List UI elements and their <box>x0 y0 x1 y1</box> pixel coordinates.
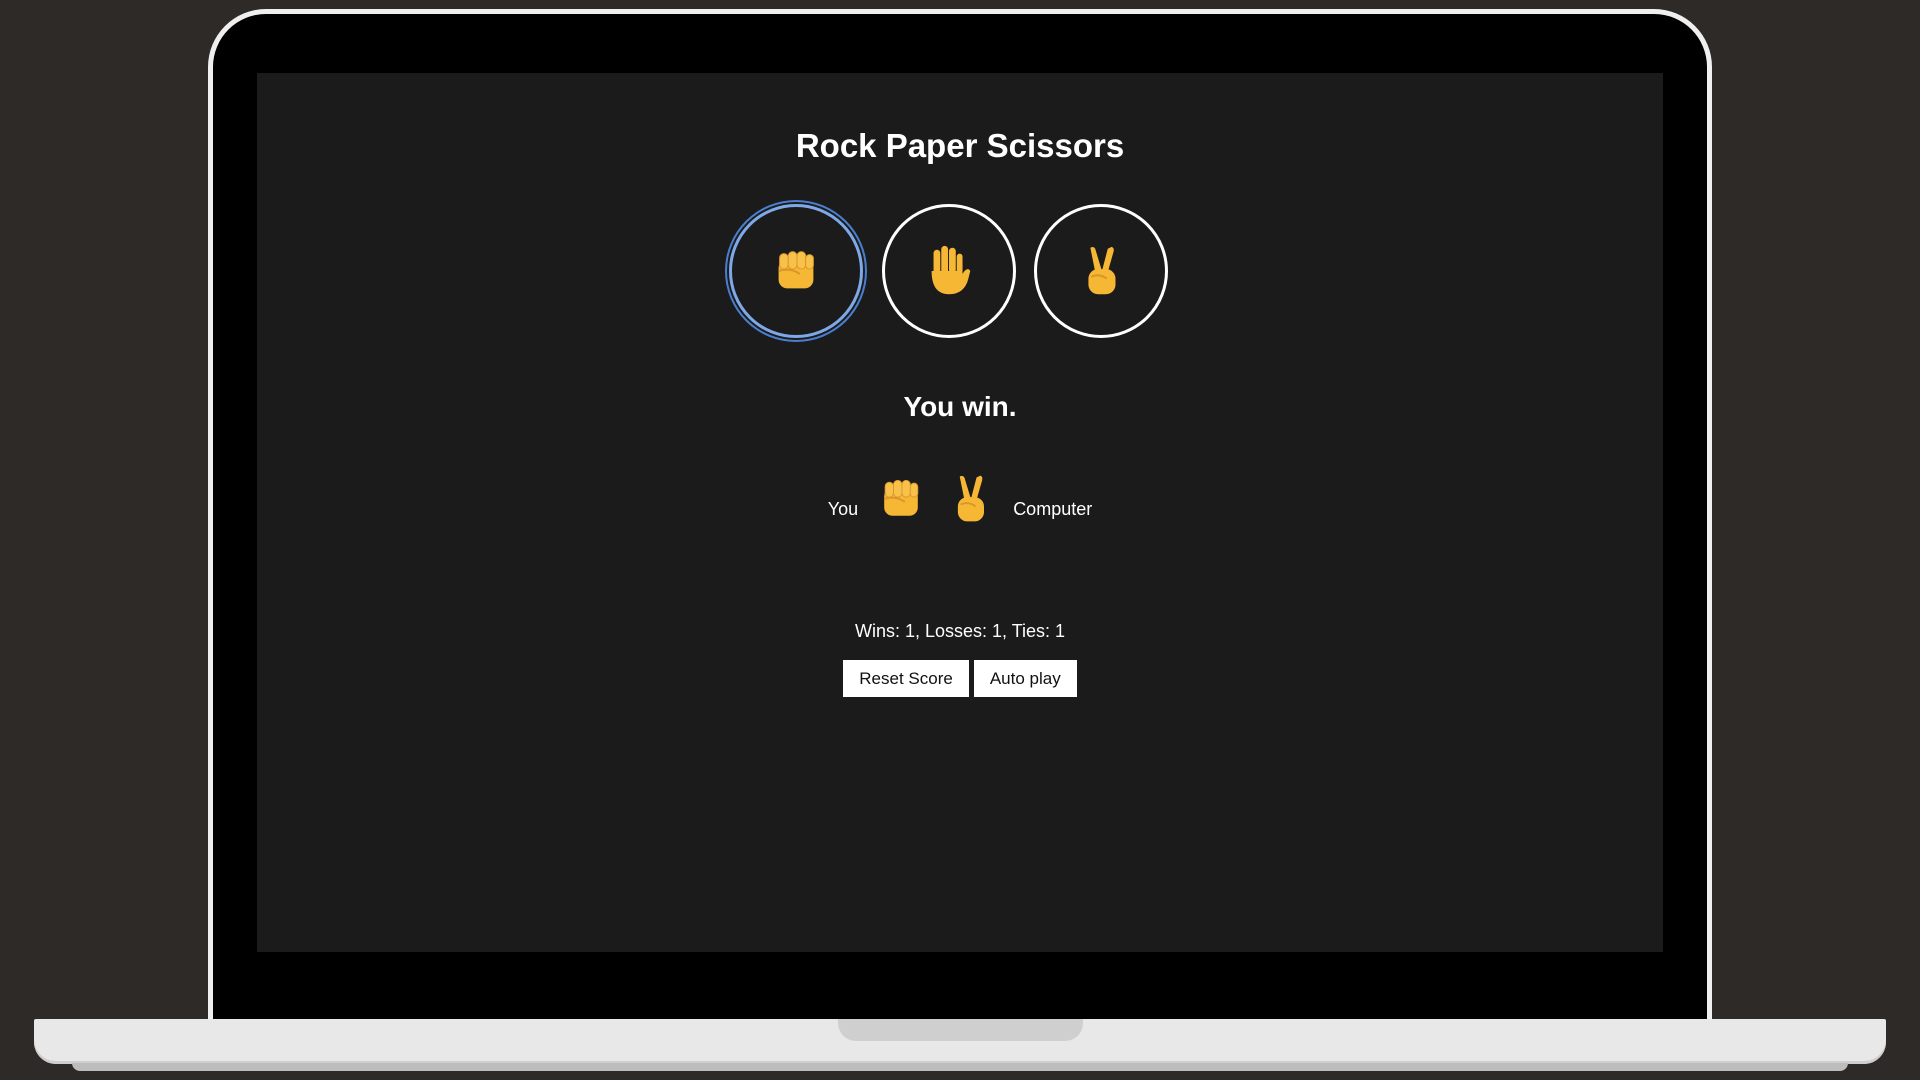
fist-icon <box>778 251 814 289</box>
result-text: You win. <box>903 391 1017 422</box>
laptop-base-lip <box>72 1063 1848 1071</box>
computer-move <box>942 468 998 535</box>
laptop-notch <box>838 1019 1083 1041</box>
computer-label: Computer <box>1013 499 1093 519</box>
victory-hand-icon <box>958 475 985 522</box>
paper-button[interactable] <box>882 204 1016 338</box>
raised-hand-icon <box>931 245 971 295</box>
rock-button[interactable] <box>729 204 863 338</box>
controls: Reset Score Auto play <box>257 660 1663 697</box>
you-label: You <box>827 499 859 519</box>
moves-display: You Computer <box>257 468 1663 535</box>
scissors-button[interactable] <box>1034 204 1168 338</box>
app-screen: Rock Paper Scissors You win. You Compute… <box>257 73 1663 952</box>
fist-icon <box>884 479 919 516</box>
victory-hand-icon <box>1088 246 1116 295</box>
score-text: Wins: 1, Losses: 1, Ties: 1 <box>854 621 1066 641</box>
player-move <box>873 468 929 535</box>
auto-play-button[interactable]: Auto play <box>973 660 1077 697</box>
reset-score-button[interactable]: Reset Score <box>843 660 969 697</box>
page-title: Rock Paper Scissors <box>795 127 1125 164</box>
